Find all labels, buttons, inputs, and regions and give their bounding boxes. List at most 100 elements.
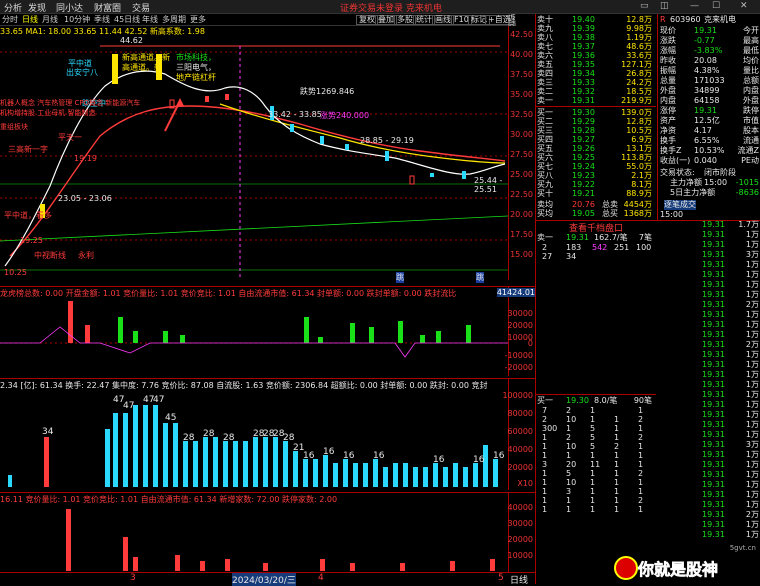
alert-badge: R: [660, 15, 666, 24]
axis-tick: 100000: [502, 391, 533, 400]
watermark: 你就是股神 5gvt.cn: [614, 544, 758, 582]
bid-row[interactable]: 买二 19.29 12.8万: [536, 117, 656, 126]
annotation: 地产链杠杆: [176, 73, 216, 82]
detail-tab[interactable]: 逐笔成交: [658, 200, 760, 210]
bar: [123, 413, 128, 487]
bar: [133, 405, 138, 487]
axis-tick: -20000: [504, 363, 533, 372]
trade-row: 19.31 1万: [702, 420, 759, 429]
tab-monthly[interactable]: 月线: [42, 14, 58, 25]
ask-row[interactable]: 卖四 19.34 26.8万: [536, 69, 656, 78]
watermark-site: 5gvt.cn: [729, 544, 756, 552]
bar: [253, 437, 258, 487]
candle: [320, 136, 324, 144]
bid-row[interactable]: 买八 19.23 2.1万: [536, 171, 656, 180]
volume-bars: [8, 405, 498, 487]
bar: [400, 563, 405, 571]
bar: [423, 467, 428, 487]
bid-row[interactable]: 买九 19.22 8.1万: [536, 180, 656, 189]
tab-more[interactable]: 更多: [190, 14, 206, 25]
ask-row[interactable]: 卖八 19.38 1.19万: [536, 33, 656, 42]
trade-row: 19.31 1万: [702, 320, 759, 329]
bar-label: 16: [473, 455, 485, 465]
maximize-icon[interactable]: ☐: [712, 1, 720, 11]
annotation: 中视断线: [34, 251, 66, 260]
tab-daily[interactable]: 日线: [22, 14, 38, 25]
price-tick: 15.00: [510, 250, 533, 259]
price-axis: 42.50 40.00 37.50 35.00 32.50 30.00 27.5…: [508, 26, 535, 280]
bid-row[interactable]: 买六 19.25 113.8万: [536, 153, 656, 162]
price-chart[interactable]: 33.65 MA1: 18.00 33.65 11.44 42.52 新高系数:…: [0, 26, 508, 283]
menu-wealth[interactable]: 财富圈: [94, 1, 121, 14]
bar: [323, 455, 328, 487]
bid-row[interactable]: 买七 19.24 55.0万: [536, 162, 656, 171]
ask-row[interactable]: 卖三 19.33 24.2万: [536, 78, 656, 87]
menu-discover[interactable]: 发现: [28, 1, 46, 14]
indicator3-axis: 40000 30000 20000 10000: [508, 492, 535, 572]
bar: [183, 441, 188, 487]
back-button[interactable]: 返回: [506, 15, 518, 31]
bid-row[interactable]: 买四 19.27 6.9万: [536, 135, 656, 144]
annotation: 33.42 - 33.85: [268, 110, 322, 119]
annotation: 重组板块: [0, 123, 28, 131]
tab-10min[interactable]: 10分钟: [64, 14, 90, 25]
trade-time: 15:00: [660, 210, 684, 219]
window-icon-2[interactable]: ◫: [660, 1, 669, 11]
axis-tick: -10000: [504, 351, 533, 360]
ask-row[interactable]: 卖一 19.31 219.9万: [536, 96, 656, 105]
annotation: 高通道。新: [122, 63, 162, 72]
depth-link[interactable]: 查看千档盘口: [536, 221, 656, 234]
info-row: 涨跌 -0.77 最高: [660, 36, 759, 45]
tab-45day[interactable]: 45日线: [114, 14, 140, 25]
bar: [105, 429, 110, 487]
bar: [413, 467, 418, 487]
menu-trade[interactable]: 交易: [132, 1, 150, 14]
ask-row[interactable]: 卖六 19.36 33.6万: [536, 51, 656, 60]
bid-queue-row: 12512: [542, 433, 644, 442]
bar-label: 16: [343, 451, 355, 461]
indicator-panel-3[interactable]: 16.11 竞价量比: 1.01 竞价竞比: 1.01 自由流通市值: 61.3…: [0, 492, 508, 572]
indicator-panel-1[interactable]: 龙虎榜总数: 0.00 开盘金额: 1.01 竞价量比: 1.01 竞价竞比: …: [0, 286, 508, 376]
bar: [353, 463, 358, 487]
bar: [398, 321, 403, 343]
ask-row[interactable]: 卖十 19.40 12.8万: [536, 15, 656, 24]
bar: [143, 405, 148, 487]
tab-intraday[interactable]: 分时: [2, 14, 18, 25]
tab-quarterly[interactable]: 季线: [94, 14, 110, 25]
bar: [318, 337, 323, 343]
marker-badge[interactable]: 跳: [396, 272, 404, 283]
info-row: 总量 171033 总额: [660, 76, 759, 85]
bar: [304, 317, 309, 343]
bid-row[interactable]: 买五 19.26 13.1万: [536, 144, 656, 153]
menu-analysis[interactable]: 分析: [4, 1, 22, 14]
bid-queue-row: 11111: [542, 505, 644, 514]
info-row: 振幅 4.38% 量比: [660, 66, 759, 75]
tab-multi[interactable]: 多周期: [162, 14, 186, 25]
bar: [403, 463, 408, 487]
marker-badge[interactable]: 跳: [476, 272, 484, 283]
price-tick: 25.00: [510, 170, 533, 179]
bid-row[interactable]: 买十 19.21 88.9万: [536, 189, 656, 198]
trade-row: 19.31 1万: [702, 450, 759, 459]
trade-row: 19.31 1万: [702, 330, 759, 339]
window-icon-1[interactable]: ▭: [640, 1, 649, 11]
indicator3-bars: [66, 509, 495, 571]
bar: [373, 459, 378, 487]
trade-row: 19.31 1万: [702, 410, 759, 419]
annotation: 出安宁八: [66, 68, 98, 77]
axis-tick: 40000: [507, 445, 533, 454]
minimize-icon[interactable]: —: [690, 1, 699, 11]
bid-queue-row: 300 1 5 1 1: [542, 424, 644, 433]
bar: [200, 561, 205, 571]
tab-yearly[interactable]: 年线: [142, 14, 158, 25]
indicator-panel-2[interactable]: 2.34 [亿]: 61.34 换手: 22.47 集中度: 7.76 竞价比:…: [0, 378, 508, 490]
close-icon[interactable]: ✕: [740, 1, 748, 11]
bid-row[interactable]: 买一 19.30 139.0万: [536, 108, 656, 117]
bid-row[interactable]: 买三 19.28 10.5万: [536, 126, 656, 135]
ask-row[interactable]: 卖五 19.35 127.1万: [536, 60, 656, 69]
trade-row: 19.31 1万: [702, 390, 759, 399]
ask-row[interactable]: 卖九 19.39 9.98万: [536, 24, 656, 33]
menu-tongxiaoda[interactable]: 同小达: [56, 1, 83, 14]
ask-row[interactable]: 卖二 19.32 18.5万: [536, 87, 656, 96]
ask-row[interactable]: 卖七 19.37 48.6万: [536, 42, 656, 51]
